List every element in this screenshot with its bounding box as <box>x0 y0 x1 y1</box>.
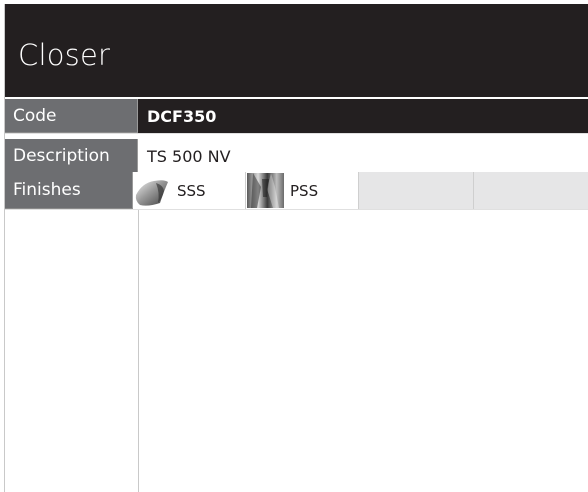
finish-label-sss: SSS <box>177 181 206 200</box>
description-label: Description <box>5 139 138 173</box>
satin-stainless-swatch-icon <box>134 173 171 208</box>
page-title: Closer <box>5 4 588 97</box>
description-value: TS 500 NV <box>138 139 588 173</box>
code-value: DCF350 <box>138 99 588 133</box>
code-row: Code DCF350 <box>5 99 588 134</box>
column-divider <box>138 210 139 492</box>
finishes-row: Finishes SSS PSS <box>5 172 588 210</box>
finish-item-sss[interactable]: SSS <box>133 172 246 209</box>
description-row: Description TS 500 NV <box>5 139 588 174</box>
finish-item-pss[interactable]: PSS <box>246 172 359 209</box>
finish-empty-slot <box>474 172 588 209</box>
finish-label-pss: PSS <box>290 181 319 200</box>
finish-empty-slot <box>359 172 474 209</box>
polished-stainless-swatch-icon <box>247 173 284 208</box>
finishes-list: SSS PSS <box>133 172 588 209</box>
code-label: Code <box>5 99 138 133</box>
finishes-label: Finishes <box>5 172 133 209</box>
product-spec-card: Closer Code DCF350 Description TS 500 NV… <box>4 4 588 492</box>
